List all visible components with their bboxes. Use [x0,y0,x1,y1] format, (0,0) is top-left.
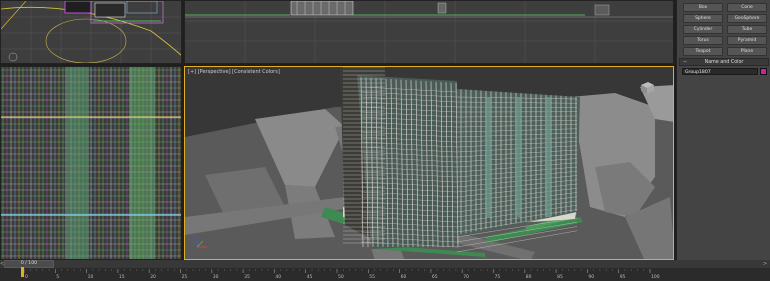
timeline-tick-label: 40 [275,274,281,280]
timeline-ruler[interactable]: 0 5 10 15 20 25 30 35 40 45 50 55 60 65 70 75 80 85 90 95 10… [0,269,770,281]
viewport-top-left[interactable] [0,0,182,64]
viewport-view-menu[interactable]: [Perspective] [198,69,231,75]
perspective-scene [185,67,673,259]
timeline-tick-label: 85 [557,274,563,280]
timeline-tick-label: 5 [56,274,59,280]
timeline-tick-label: 50 [338,274,344,280]
primitive-button-cylinder[interactable]: Cylinder [683,25,723,34]
timeline-tick-label: 45 [307,274,313,280]
elevation-drawing [1,67,181,259]
timeline-tick-label: 95 [620,274,626,280]
time-slider-track[interactable]: < 0 / 100 > [0,260,770,268]
name-and-color-rollout[interactable]: − Name and Color [679,58,769,66]
timeline-tick-label: 90 [588,274,594,280]
primitive-button-tube[interactable]: Tube [727,25,767,34]
rollout-title: Name and Color [704,60,744,65]
timeline-tick-label: 30 [213,274,219,280]
timeline-tick-label: 65 [432,274,438,280]
command-panel: Box Cone Sphere GeoSphere Cylinder Tube Torus P… [676,0,770,260]
current-frame-marker[interactable] [21,267,24,277]
viewcube-icon [641,82,654,94]
timeline-tick-label: 75 [495,274,501,280]
object-name-input[interactable]: Group1807 [682,68,758,75]
timeline-tick-label: 80 [526,274,532,280]
viewport-top-right[interactable] [184,0,674,64]
timeline-tick-label: 100 [651,274,660,280]
top-view-drawing [1,1,181,63]
time-slider-thumb[interactable]: 0 / 100 [4,260,54,268]
time-slider-area: < 0 / 100 > 0 5 10 15 20 25 30 35 40 45 50 55 60 65 70… [0,260,770,281]
viewport-perspective[interactable]: [+] [Perspective] [Consistent Colors] [184,66,674,260]
timeline-tick-label: 35 [244,274,250,280]
primitive-button-cone[interactable]: Cone [727,3,767,12]
timeline-tick-label: 0 [25,274,28,280]
timeline-tick-label: 55 [369,274,375,280]
viewport-shading-menu[interactable]: [Consistent Colors] [232,69,280,75]
front-view-drawing [185,1,673,63]
timeline-tick-label: 20 [150,274,156,280]
primitive-button-teapot[interactable]: Teapot [683,47,723,56]
timeline-tick-label: 10 [88,274,94,280]
object-color-swatch[interactable] [760,68,767,75]
rollout-toggle[interactable]: − [683,59,687,67]
primitive-buttons: Box Cone Sphere GeoSphere Cylinder Tube Torus P… [683,3,767,56]
viewcube[interactable] [639,81,655,95]
primitive-button-pyramid[interactable]: Pyramid [727,36,767,45]
time-slider-next[interactable]: > [763,260,767,268]
timeline-tick-label: 25 [182,274,188,280]
viewport-left-elevation[interactable] [0,66,182,260]
primitive-button-box[interactable]: Box [683,3,723,12]
primitive-button-sphere[interactable]: Sphere [683,14,723,23]
timeline-tick-label: 15 [119,274,125,280]
primitive-button-geosphere[interactable]: GeoSphere [727,14,767,23]
viewport-menu-plus[interactable]: [+] [188,69,196,75]
primitive-button-torus[interactable]: Torus [683,36,723,45]
perspective-viewport-label: [+] [Perspective] [Consistent Colors] [188,69,280,75]
primitive-button-plane[interactable]: Plane [727,47,767,56]
timeline-tick-label: 60 [401,274,407,280]
timeline-tick-label: 70 [463,274,469,280]
